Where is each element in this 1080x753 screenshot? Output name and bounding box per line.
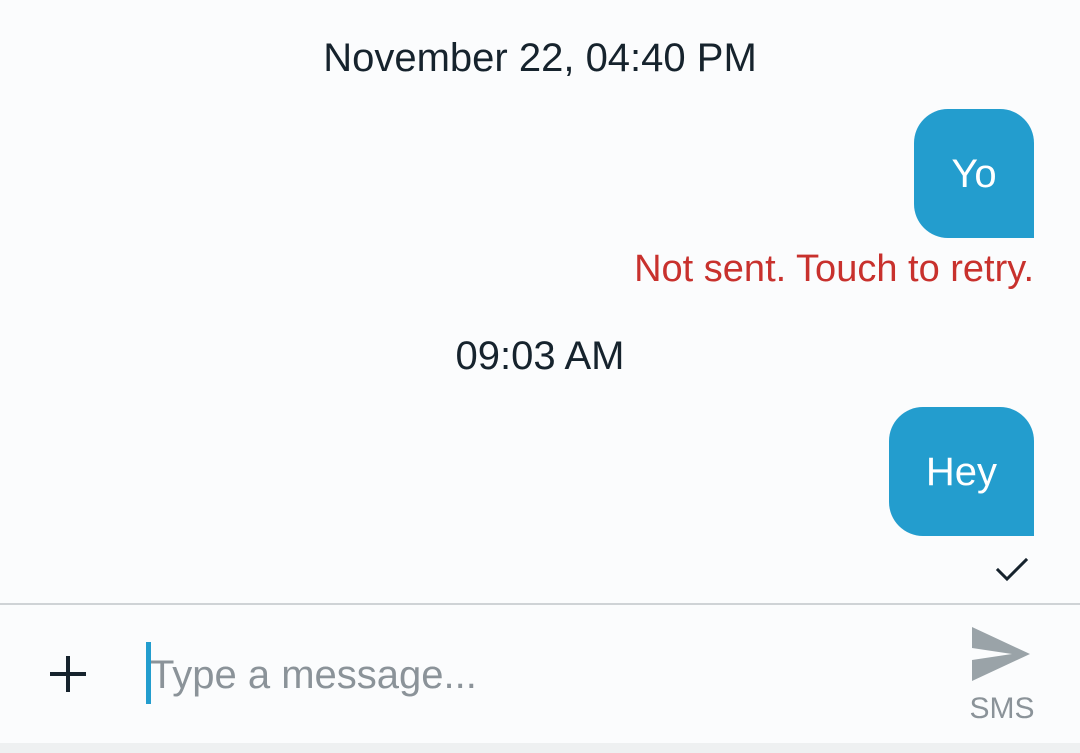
add-attachment-button[interactable] bbox=[36, 642, 100, 706]
text-cursor bbox=[146, 642, 151, 704]
message-input[interactable] bbox=[140, 635, 920, 715]
message-text: Hey bbox=[925, 449, 998, 494]
bottom-edge bbox=[0, 743, 1080, 753]
message-thread: November 22, 04:40 PM Yo Not sent. Touch… bbox=[0, 0, 1080, 603]
timestamp-header: November 22, 04:40 PM bbox=[323, 36, 757, 80]
send-label: SMS bbox=[969, 692, 1035, 725]
message-text: Yo bbox=[951, 151, 997, 196]
checkmark-icon bbox=[995, 557, 1029, 582]
outgoing-message-bubble[interactable]: Yo bbox=[914, 109, 1034, 238]
send-sms-button[interactable]: SMS bbox=[954, 619, 1050, 731]
message-not-sent-retry[interactable]: Not sent. Touch to retry. bbox=[634, 245, 1034, 293]
compose-bar: SMS bbox=[0, 603, 1080, 743]
timestamp-header: 09:03 AM bbox=[455, 334, 625, 378]
plus-icon bbox=[50, 656, 86, 692]
outgoing-message-bubble[interactable]: Hey bbox=[889, 407, 1034, 536]
send-icon bbox=[972, 627, 1030, 681]
